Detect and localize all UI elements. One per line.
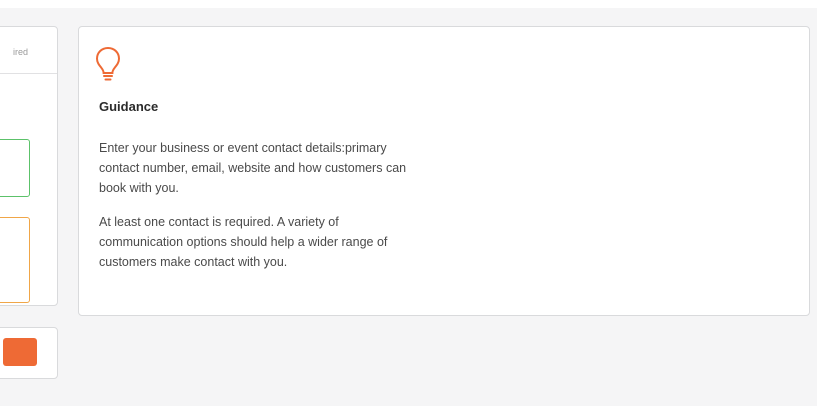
contact-form-card: ired [0,26,58,306]
lightbulb-icon [95,46,121,81]
actions-card [0,327,58,379]
guidance-text: Enter your business or event contact det… [99,141,407,195]
guidance-text: At least one contact is required. A vari… [99,215,388,269]
divider [0,73,57,74]
guidance-title: Guidance [99,99,159,114]
guidance-panel: Guidance Enter your business or event co… [78,26,810,316]
contact-number-field[interactable] [0,139,30,197]
continue-button[interactable] [3,338,37,366]
required-label: ired [13,47,29,57]
email-field[interactable] [0,217,30,303]
